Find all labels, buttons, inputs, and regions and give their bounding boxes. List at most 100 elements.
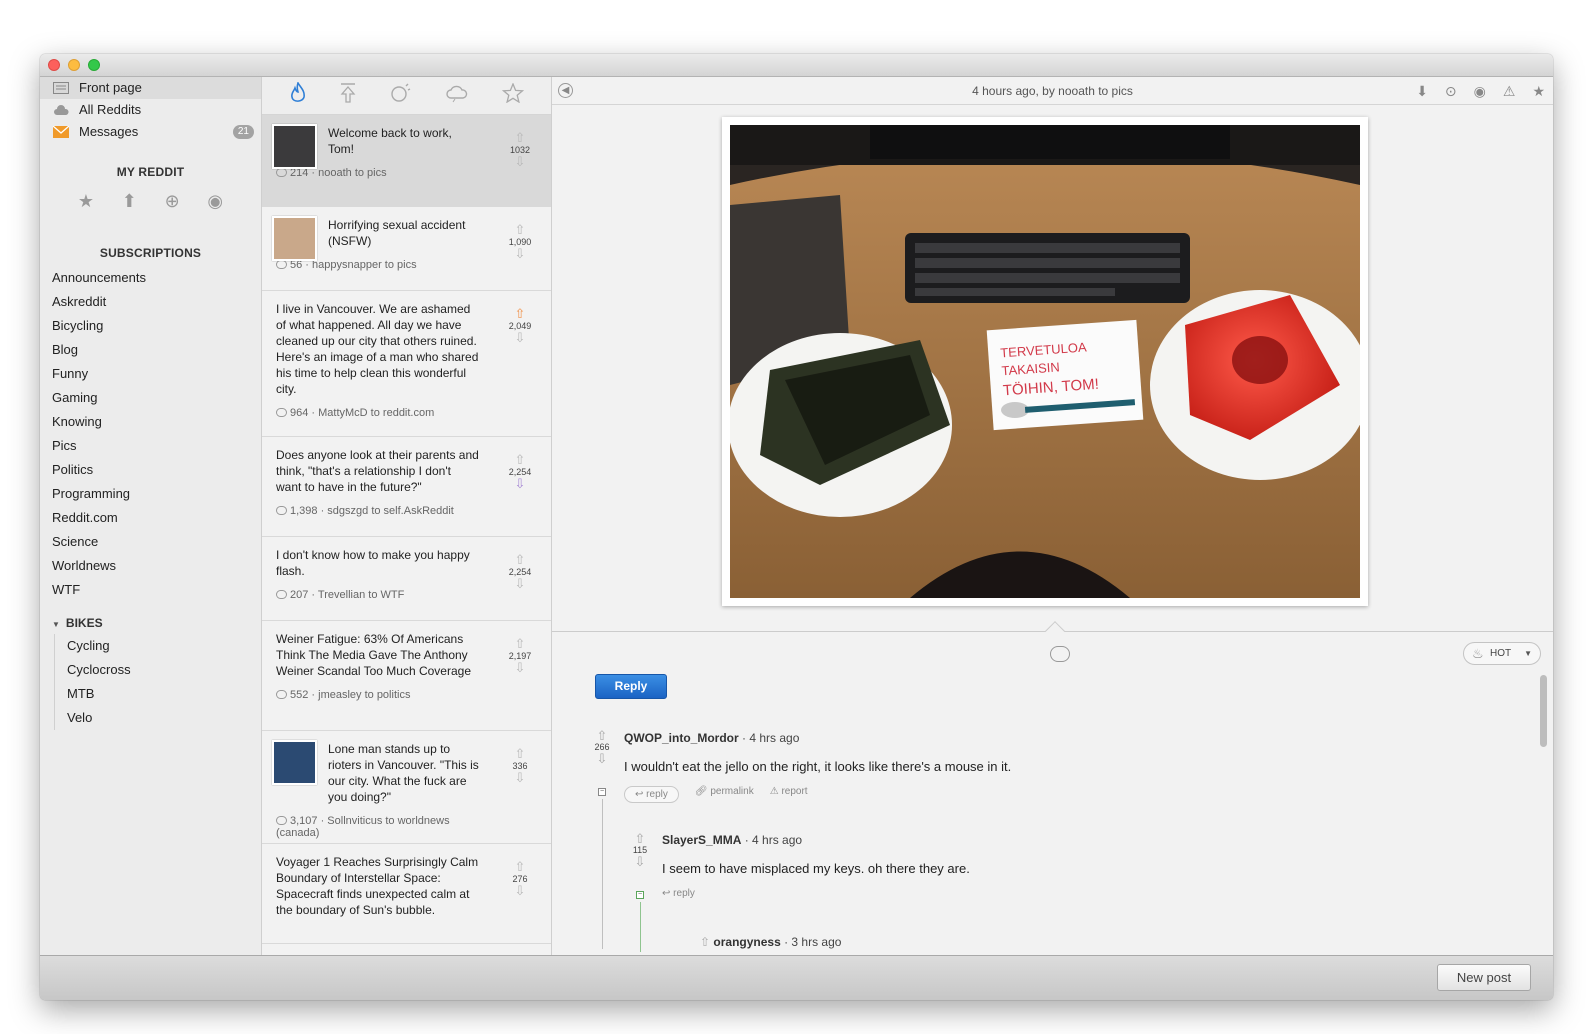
post-item[interactable]: Voyager 1 Reaches Surprisingly Calm Boun… [262,844,551,944]
upvote-arrow-icon[interactable]: ⇧ [592,729,612,742]
report-link[interactable]: ⚠ report [770,786,808,803]
upvote-arrow-icon[interactable]: ⇧ [505,453,535,467]
post-item[interactable]: Weiner Fatigue: 63% Of Americans Think T… [262,621,551,731]
subscription-item[interactable]: Gaming [40,386,261,410]
hide-eye-icon[interactable]: ◉ [1474,77,1486,105]
subscription-item[interactable]: Programming [40,482,261,506]
reply-label: reply [673,888,695,899]
collapse-thread-button[interactable]: − [598,788,606,796]
downvote-arrow-icon[interactable]: ⇩ [592,752,612,765]
subscription-item[interactable]: Politics [40,458,261,482]
liked-arrow-icon[interactable]: ⬆ [122,191,137,212]
thread-line [602,799,603,949]
comment-body: I seem to have misplaced my keys. oh the… [662,861,970,876]
upvote-arrow-icon[interactable]: ⇧ [700,935,713,949]
thread-line [640,902,641,952]
downvote-arrow-icon[interactable]: ⇩ [505,247,535,261]
subscriptions-title: SUBSCRIPTIONS [99,246,202,260]
post-title: Horrifying sexual accident (NSFW) [328,218,466,248]
permalink-label: permalink [710,786,754,797]
post-item[interactable]: Welcome back to work, Tom! 214 · nooath t… [262,115,551,207]
group-item[interactable]: MTB [55,682,261,706]
group-item[interactable]: Cyclocross [55,658,261,682]
post-votes: ⇧ 1,090 ⇩ [505,223,535,261]
post-item[interactable]: Lone man stands up to rioters in Vancouv… [262,731,551,844]
subscription-item[interactable]: Knowing [40,410,261,434]
report-warning-icon[interactable]: ⚠ [1503,77,1516,105]
reply-arrow-icon: ↩ [635,789,647,800]
close-window-button[interactable] [48,59,60,71]
post-item[interactable]: Does anyone look at their parents and th… [262,437,551,537]
permalink-link[interactable]: 🔗︎ permalink [695,786,754,803]
post-thumbnail [272,124,317,169]
upvote-arrow-icon[interactable]: ⇧ [505,553,535,567]
top-arrow-icon[interactable] [340,82,356,109]
collapse-thread-button[interactable]: − [636,891,644,899]
post-item[interactable]: I live in Vancouver. We are ashamed of w… [262,291,551,437]
upvote-arrow-icon[interactable]: ⇧ [505,131,535,145]
subscription-item[interactable]: Blog [40,338,261,362]
disclosure-triangle-icon[interactable]: ▼ [52,614,60,636]
upvote-arrow-icon[interactable]: ⇧ [505,637,535,651]
submitted-plus-icon[interactable]: ⊕ [165,191,180,212]
post-item[interactable]: Horrifying sexual accident (NSFW) 56 · ha… [262,207,551,291]
comment-bubble-icon[interactable] [1050,646,1070,662]
reply-link[interactable]: ↩ reply [624,786,679,803]
comment-author[interactable]: SlayerS_MMA [662,833,741,847]
comment-author[interactable]: orangyness [713,935,780,949]
downvote-arrow-icon[interactable]: ⇩ [630,855,650,868]
subscription-item[interactable]: Pics [40,434,261,458]
subscription-item[interactable]: Funny [40,362,261,386]
save-star-icon[interactable]: ★ [1532,77,1545,105]
post-item[interactable]: I don't know how to make you happy flash… [262,537,551,621]
upvote-arrow-icon[interactable]: ⇧ [505,747,535,761]
comments-scrollbar[interactable] [1540,675,1547,747]
post-votes: ⇧ 276 ⇩ [505,860,535,898]
downvote-arrow-icon[interactable]: ⇩ [505,155,535,169]
reply-button[interactable]: Reply [595,674,667,699]
zoom-window-button[interactable] [88,59,100,71]
back-arrow-icon[interactable]: ◀ [558,83,573,98]
comment-author[interactable]: QWOP_into_Mordor [624,731,739,745]
post-image[interactable]: TERVETULOA TAKAISIN TÖIHIN, TOM! [730,125,1360,598]
subscription-item[interactable]: Bicycling [40,314,261,338]
group-item[interactable]: Velo [55,706,261,730]
upvote-arrow-icon[interactable]: ⇧ [505,860,535,874]
hot-flame-icon[interactable] [289,80,307,110]
upvote-arrow-icon[interactable]: ⇧ [505,307,535,321]
comment-sort-select[interactable]: ♨ HOT ▼ [1463,642,1541,665]
nav-front-page[interactable]: Front page [40,77,261,99]
downvote-arrow-icon[interactable]: ⇩ [505,577,535,591]
subscription-item[interactable]: Reddit.com [40,506,261,530]
nav-all-reddits[interactable]: All Reddits [40,99,261,121]
comment-time: · 4 hrs ago [744,833,803,847]
downvote-arrow-icon[interactable]: ⇩ [505,477,535,491]
downvote-arrow-icon[interactable]: ⇩ [505,884,535,898]
subscription-item[interactable]: WTF [40,578,261,602]
minimize-window-button[interactable] [68,59,80,71]
nav-messages[interactable]: Messages 21 [40,121,261,143]
new-sun-icon[interactable] [389,83,411,109]
saved-star-icon[interactable]: ★ [78,191,94,212]
post-meta-text: 964 · MattyMcD to reddit.com [290,407,435,419]
controversial-cloud-icon[interactable] [445,83,469,109]
upvote-arrow-icon[interactable]: ⇧ [630,832,650,845]
group-bikes[interactable]: ▼ BIKES [40,612,261,634]
group-item[interactable]: Cycling [55,634,261,658]
upvote-arrow-icon[interactable]: ⇧ [505,223,535,237]
downvote-arrow-icon[interactable]: ⇩ [505,661,535,675]
saved-star-icon[interactable] [502,81,525,109]
warning-icon: ⚠ [769,786,782,797]
download-icon[interactable]: ⬇ [1416,77,1428,105]
downvote-arrow-icon[interactable]: ⇩ [505,771,535,785]
post-votes: ⇧ 1032 ⇩ [505,131,535,169]
subscription-item[interactable]: Askreddit [40,290,261,314]
downvote-arrow-icon[interactable]: ⇩ [505,331,535,345]
hidden-eye-icon[interactable]: ◉ [207,191,223,212]
subscription-item[interactable]: Worldnews [40,554,261,578]
new-post-button[interactable]: New post [1437,964,1531,991]
subscription-item[interactable]: Announcements [40,266,261,290]
location-pin-icon[interactable]: ⊙ [1445,77,1457,105]
reply-link[interactable]: ↩ reply [662,888,695,899]
subscription-item[interactable]: Science [40,530,261,554]
